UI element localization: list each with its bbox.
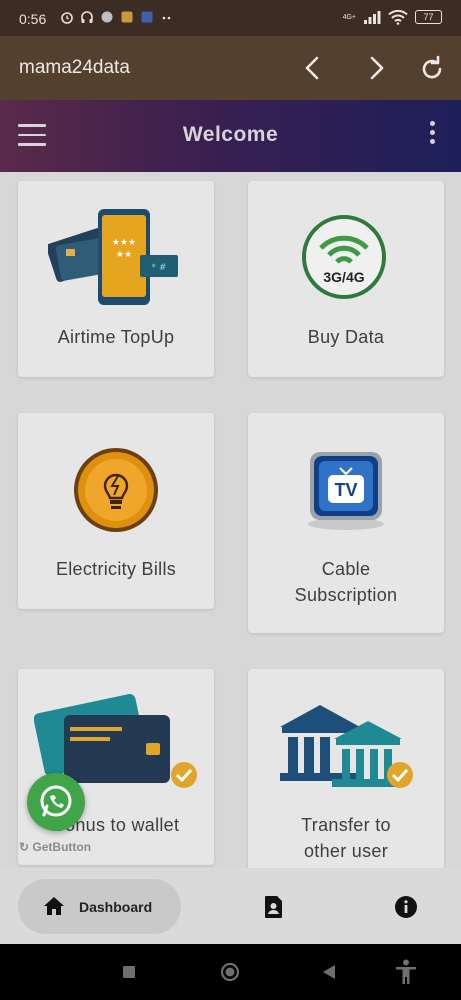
getbutton-label: GetButton [32, 840, 92, 854]
svg-text:★★★: ★★★ [112, 238, 136, 248]
buy-data-card[interactable]: 3G/4G Buy Data [248, 181, 444, 377]
contact-document-icon[interactable] [263, 895, 285, 919]
network-3g4g-icon: 3G/4G [302, 215, 386, 299]
status-bar: 0:56 4G+ 77 [0, 0, 461, 36]
electricity-bills-label: Electricity Bills [55, 559, 177, 579]
airtime-phone-card-icon: ★★★ ★★ * # [48, 209, 178, 305]
electricity-bills-card[interactable]: Electricity Bills [18, 413, 214, 609]
transfer-to-user-card[interactable]: Transfer to other user [248, 669, 444, 868]
whatsapp-icon [40, 785, 72, 817]
system-navigation-bar [0, 944, 461, 1000]
bonus-to-wallet-card[interactable]: Bonus to wallet [18, 669, 214, 865]
browser-toolbar: mama24data [0, 36, 461, 100]
getbutton-branding[interactable]: ↻ GetButton [19, 840, 91, 854]
network-type-label: 4G+ [342, 13, 356, 21]
airtime-topup-card[interactable]: ★★★ ★★ * # Airtime TopUp [18, 181, 214, 377]
app-notification-icon [141, 11, 153, 23]
site-title: mama24data [19, 57, 130, 78]
page-title: Welcome [182, 123, 279, 146]
recent-apps-icon[interactable] [122, 965, 136, 979]
more-notifications-icon [162, 16, 171, 20]
tv-icon-text: TV [334, 480, 357, 500]
cable-subscription-card[interactable]: TV Cable Subscription [248, 413, 444, 633]
getbutton-logo-icon: ↻ [19, 840, 30, 854]
whatsapp-chat-button[interactable] [27, 773, 85, 831]
bank-building-icon [280, 705, 413, 788]
back-arrow-icon[interactable] [299, 54, 327, 82]
nav-dashboard[interactable]: Dashboard [18, 879, 181, 934]
refresh-icon[interactable] [419, 54, 447, 82]
buy-data-label: Buy Data [307, 327, 385, 347]
signal-icon [364, 11, 381, 24]
transfer-to-user-label: Transfer to other user [301, 815, 391, 861]
svg-text:* #: * # [152, 263, 167, 273]
status-time: 0:56 [19, 11, 47, 27]
network-3g4g-text: 3G/4G [323, 269, 364, 285]
app-notification-icon [101, 11, 113, 23]
accessibility-icon[interactable] [395, 959, 417, 985]
wifi-icon [388, 9, 408, 25]
svg-text:★★: ★★ [116, 250, 132, 260]
bottom-navigation: Dashboard [0, 868, 461, 944]
app-header: Welcome [0, 100, 461, 172]
more-options-icon[interactable] [427, 121, 437, 149]
app-notification-icon [121, 11, 133, 23]
lightbulb-icon [74, 448, 158, 532]
tv-icon: TV [308, 452, 384, 530]
forward-arrow-icon[interactable] [362, 54, 390, 82]
alarm-icon [61, 12, 73, 24]
battery-icon: 77 [415, 10, 442, 24]
services-grid: ★★★ ★★ * # Airtime TopUp 3G/4G Buy Data … [0, 172, 461, 868]
airtime-topup-label: Airtime TopUp [57, 327, 175, 347]
home-icon [44, 897, 64, 915]
back-button-icon[interactable] [322, 964, 336, 980]
headphones-icon [81, 11, 93, 23]
info-icon[interactable] [394, 895, 418, 919]
home-button-icon[interactable] [220, 962, 240, 982]
nav-dashboard-label: Dashboard [79, 899, 153, 915]
battery-level: 77 [423, 12, 434, 22]
cable-subscription-label: Cable Subscription [294, 559, 398, 605]
